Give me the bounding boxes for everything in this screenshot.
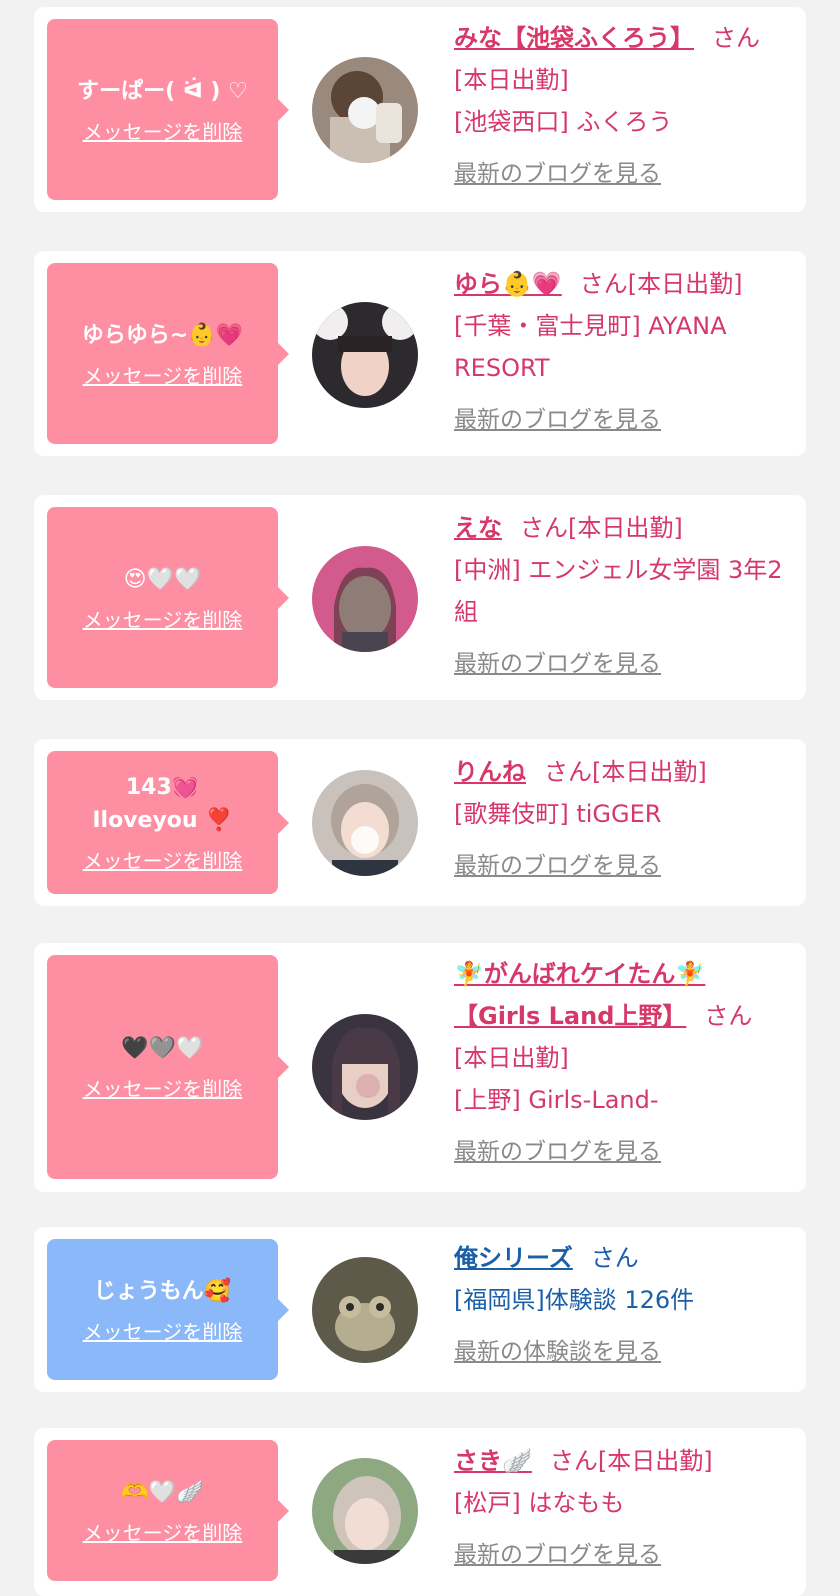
cast-info: えな さん[本日出勤] [中洲] エンジェル女学園 3年2組 最新のブログを見る [454, 507, 790, 685]
honorific: さん [544, 758, 592, 786]
delete-message-link[interactable]: メッセージを削除 [83, 1517, 243, 1546]
cast-name-link[interactable]: えな [454, 514, 502, 542]
cast-name-link[interactable]: みな【池袋ふくろう】 [454, 24, 694, 52]
cast-name-link[interactable]: さき🪽 [454, 1447, 532, 1475]
honorific: さん [590, 1244, 639, 1272]
message-text: 143💓 Iloveyou ❣️ [92, 775, 233, 833]
message-card: すーぱー( ᐛ ) ♡ メッセージを削除 みな【池袋ふくろう】 さん [本日出勤] … [34, 7, 806, 212]
message-bubble: 🖤🩶🤍 メッセージを削除 [47, 955, 289, 1179]
honorific: さん [549, 1447, 598, 1475]
cast-info: ゆら👶💗 さん[本日出勤] [千葉・富士見町] AYANA RESORT 最新のブ… [454, 263, 790, 441]
delete-message-link[interactable]: メッセージを削除 [83, 116, 243, 145]
honorific: さん [520, 514, 568, 542]
avatar[interactable] [312, 770, 418, 876]
work-status: [本日出勤] [568, 514, 683, 542]
cast-name-link[interactable]: ゆら👶💗 [454, 270, 562, 298]
review-link[interactable]: 最新の体験談を見る [454, 1331, 661, 1373]
message-text: 🖤🩶🤍 [121, 1036, 204, 1061]
honorific: さん [579, 270, 628, 298]
message-card: 😍🤍🤍 メッセージを削除 えな さん[本日出勤] [中洲] エンジェル女学園 3年… [34, 495, 806, 700]
shop-name: [千葉・富士見町] AYANA RESORT [454, 312, 727, 382]
avatar[interactable] [312, 57, 418, 163]
honorific: さん [712, 24, 760, 52]
message-card: ゆらゆら~👶💗 メッセージを削除 ゆら👶💗 さん[本日出勤] [千葉・富士見町] … [34, 251, 806, 456]
message-card: 🖤🩶🤍 メッセージを削除 🧚がんばれケイたん🧚【Girls Land上野】 さん … [34, 943, 806, 1192]
blog-link[interactable]: 最新のブログを見る [454, 1534, 661, 1576]
cast-info: みな【池袋ふくろう】 さん [本日出勤] [池袋西口] ふくろう 最新のブログを見る [454, 17, 790, 195]
avatar[interactable] [312, 1458, 418, 1564]
message-card: じょうもん🥰 メッセージを削除 俺シリーズ さん [福岡県]体験談 126件 最新… [34, 1227, 806, 1392]
cast-name-link[interactable]: りんね [454, 758, 526, 786]
message-bubble: 143💓 Iloveyou ❣️ メッセージを削除 [47, 751, 289, 894]
message-bubble: ゆらゆら~👶💗 メッセージを削除 [47, 263, 289, 444]
shop-name: [上野] Girls-Land- [454, 1086, 659, 1114]
message-card: 🫶🤍🪽 メッセージを削除 さき🪽 さん[本日出勤] [松戸] はなもも 最新のブロ… [34, 1428, 806, 1596]
work-status: [本日出勤] [627, 270, 743, 298]
work-status: [本日出勤] [454, 1044, 569, 1072]
message-text: すーぱー( ᐛ ) ♡ [77, 78, 248, 104]
cast-info: さき🪽 さん[本日出勤] [松戸] はなもも 最新のブログを見る [454, 1440, 790, 1576]
delete-message-link[interactable]: メッセージを削除 [83, 360, 243, 389]
cast-info: りんね さん[本日出勤] [歌舞伎町] tiGGER 最新のブログを見る [454, 751, 790, 887]
work-status: [本日出勤] [592, 758, 707, 786]
message-bubble: 😍🤍🤍 メッセージを削除 [47, 507, 289, 688]
delete-message-link[interactable]: メッセージを削除 [83, 845, 243, 874]
delete-message-link[interactable]: メッセージを削除 [83, 1073, 243, 1102]
avatar[interactable] [312, 1257, 418, 1363]
message-bubble: じょうもん🥰 メッセージを削除 [47, 1239, 289, 1380]
message-card: 143💓 Iloveyou ❣️ メッセージを削除 りんね さん[本日出勤] [歌… [34, 739, 806, 906]
message-text: ゆらゆら~👶💗 [81, 322, 244, 348]
review-count: [福岡県]体験談 126件 [454, 1286, 695, 1314]
message-text: 🫶🤍🪽 [121, 1479, 204, 1505]
user-name-link[interactable]: 俺シリーズ [454, 1244, 573, 1272]
avatar[interactable] [312, 1014, 418, 1120]
message-text: 😍🤍🤍 [123, 566, 202, 592]
blog-link[interactable]: 最新のブログを見る [454, 643, 661, 685]
delete-message-link[interactable]: メッセージを削除 [83, 604, 243, 633]
avatar[interactable] [312, 546, 418, 652]
work-status: [本日出勤] [454, 66, 569, 94]
blog-link[interactable]: 最新のブログを見る [454, 845, 661, 887]
message-bubble: すーぱー( ᐛ ) ♡ メッセージを削除 [47, 19, 289, 200]
message-text: じょうもん🥰 [93, 1278, 232, 1304]
cast-name-link[interactable]: 🧚がんばれケイたん🧚【Girls Land上野】 [454, 960, 705, 1030]
cast-info: 🧚がんばれケイたん🧚【Girls Land上野】 さん [本日出勤] [上野] G… [454, 953, 790, 1173]
shop-name: [中洲] エンジェル女学園 3年2組 [454, 556, 783, 626]
message-bubble: 🫶🤍🪽 メッセージを削除 [47, 1440, 289, 1581]
avatar[interactable] [312, 302, 418, 408]
delete-message-link[interactable]: メッセージを削除 [83, 1316, 243, 1345]
shop-name: [松戸] はなもも [454, 1489, 625, 1517]
honorific: さん [704, 1002, 753, 1030]
blog-link[interactable]: 最新のブログを見る [454, 153, 661, 195]
blog-link[interactable]: 最新のブログを見る [454, 1131, 661, 1173]
shop-name: [歌舞伎町] tiGGER [454, 800, 662, 828]
work-status: [本日出勤] [597, 1447, 713, 1475]
blog-link[interactable]: 最新のブログを見る [454, 399, 661, 441]
user-info: 俺シリーズ さん [福岡県]体験談 126件 最新の体験談を見る [454, 1237, 790, 1373]
shop-name: [池袋西口] ふくろう [454, 108, 673, 136]
